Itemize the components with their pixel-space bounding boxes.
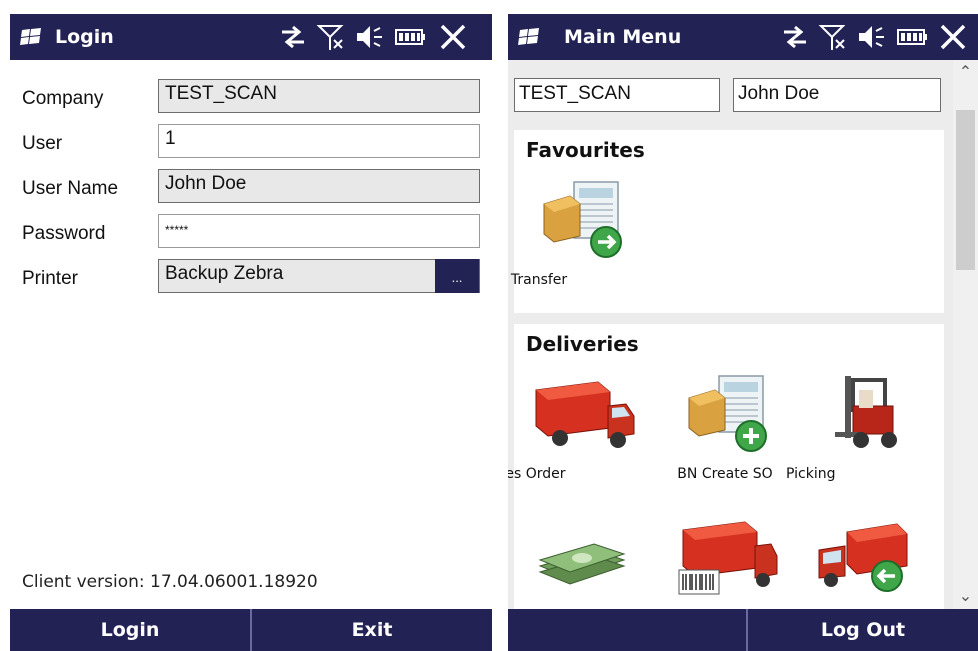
- password-field[interactable]: *****: [158, 214, 480, 248]
- windows-logo-icon[interactable]: [518, 27, 540, 47]
- favourites-title: Favourites: [526, 138, 645, 162]
- password-row: Password *****: [10, 212, 492, 252]
- user-label: User: [22, 133, 63, 154]
- company-row: Company TEST_SCAN: [10, 77, 492, 117]
- tile-label: Picking: [786, 466, 836, 482]
- main-menu-title: Main Menu: [564, 26, 682, 48]
- username-row: User Name John Doe: [10, 167, 492, 207]
- connection-icon[interactable]: [278, 22, 308, 52]
- scroll-up-icon[interactable]: ⌃: [953, 60, 978, 85]
- username-label: User Name: [22, 178, 119, 199]
- tile-money[interactable]: [516, 520, 646, 609]
- login-bottom-bar: Login Exit: [10, 609, 492, 651]
- close-icon[interactable]: [938, 22, 968, 52]
- company-display: TEST_SCAN: [514, 78, 720, 112]
- tile-bn-create-so[interactable]: BN Create SO: [659, 370, 789, 500]
- scroll-thumb[interactable]: [956, 110, 975, 270]
- logout-button[interactable]: Log Out: [748, 609, 978, 651]
- truck-return-icon: [818, 523, 908, 592]
- printer-value: Backup Zebra: [165, 263, 284, 284]
- main-menu-titlebar: Main Menu: [508, 14, 978, 60]
- close-icon[interactable]: [438, 22, 468, 52]
- user-row: User 1: [10, 122, 492, 162]
- connection-icon[interactable]: [780, 22, 810, 52]
- empty-softkey-button[interactable]: [508, 609, 746, 651]
- main-menu-bottom-bar: Log Out: [508, 609, 978, 651]
- money-icon: [538, 543, 626, 585]
- status-icons: [278, 22, 488, 52]
- status-icons: [780, 22, 978, 52]
- menu-content: TEST_SCAN John Doe Favourites BN SO Tran…: [508, 60, 953, 609]
- exit-button[interactable]: Exit: [252, 609, 492, 651]
- tile-bn-so-transfer[interactable]: BN SO Transfer: [508, 176, 644, 306]
- tile-label: BN SO Transfer: [508, 272, 568, 288]
- document-add-icon: [688, 375, 767, 452]
- printer-field[interactable]: Backup Zebra ...: [158, 259, 480, 293]
- windows-logo-icon[interactable]: [20, 27, 42, 47]
- deliveries-section: Deliveries Sales Order: [508, 324, 944, 609]
- tile-sales-order[interactable]: Sales Order: [508, 370, 646, 500]
- tile-label: BN Create SO: [677, 466, 773, 482]
- battery-icon[interactable]: [394, 22, 426, 52]
- tile-truck-return[interactable]: [801, 520, 931, 609]
- truck-barcode-icon: [678, 521, 778, 595]
- user-field[interactable]: 1: [158, 124, 480, 158]
- tile-picking[interactable]: Picking: [786, 370, 931, 500]
- printer-label: Printer: [22, 268, 78, 289]
- volume-icon[interactable]: [354, 22, 384, 52]
- favourites-section: Favourites BN SO Transfer: [508, 130, 944, 313]
- volume-icon[interactable]: [856, 22, 886, 52]
- login-title: Login: [55, 26, 114, 48]
- password-label: Password: [22, 223, 106, 244]
- signal-icon[interactable]: [818, 22, 848, 52]
- company-label: Company: [22, 88, 104, 109]
- username-field: John Doe: [158, 169, 480, 203]
- main-menu-screen: Main Menu TEST_SCAN John Doe Favourites …: [508, 14, 978, 651]
- printer-row: Printer Backup Zebra ...: [10, 257, 492, 297]
- menu-scrollbar[interactable]: ⌃ ⌄: [953, 60, 978, 609]
- tile-truck-barcode[interactable]: [659, 520, 789, 609]
- truck-icon: [535, 381, 635, 448]
- login-button[interactable]: Login: [10, 609, 250, 651]
- company-field: TEST_SCAN: [158, 79, 480, 113]
- tile-label: Sales Order: [508, 466, 566, 482]
- deliveries-title: Deliveries: [526, 332, 639, 356]
- user-display: John Doe: [733, 78, 941, 112]
- login-screen: Login Company TEST_SCAN User 1 User Name…: [10, 14, 492, 651]
- login-titlebar: Login: [10, 14, 492, 60]
- signal-icon[interactable]: [316, 22, 346, 52]
- battery-icon[interactable]: [896, 22, 928, 52]
- forklift-icon: [835, 376, 897, 448]
- printer-browse-button[interactable]: ...: [435, 259, 479, 293]
- document-transfer-icon: [543, 181, 622, 258]
- client-version: Client version: 17.04.06001.18920: [22, 572, 318, 592]
- scroll-down-icon[interactable]: ⌄: [953, 584, 978, 609]
